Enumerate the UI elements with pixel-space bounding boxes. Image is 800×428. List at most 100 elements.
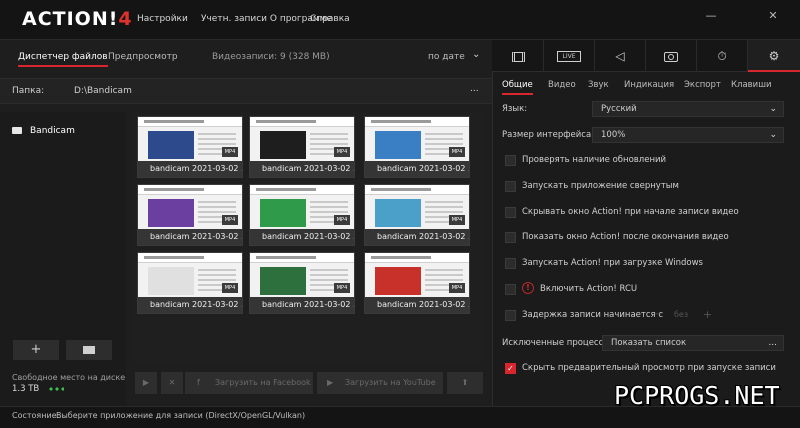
screenshot-header	[138, 117, 242, 127]
mp4-badge: MP4	[222, 215, 238, 225]
info-icon: !	[522, 282, 534, 294]
check-updates-checkbox[interactable]	[505, 155, 516, 166]
excluded-processes-field[interactable]: Показать список ...	[602, 335, 784, 351]
screenshot-image	[375, 199, 421, 227]
chevron-down-icon[interactable]: ⌄	[472, 49, 480, 60]
language-select[interactable]: Русский ⌄	[592, 101, 784, 117]
hide-on-record-checkbox[interactable]	[505, 207, 516, 218]
play-button[interactable]: ▶	[135, 372, 157, 394]
start-minimized-checkbox[interactable]	[505, 181, 516, 192]
benchmark-tab[interactable]: ⏱	[697, 40, 748, 72]
mp4-badge: MP4	[334, 147, 350, 157]
excluded-processes-label: Исключенные процессы:	[502, 338, 613, 348]
mp4-badge: MP4	[334, 283, 350, 293]
screenshot-header	[250, 253, 354, 263]
camera-icon	[664, 51, 678, 62]
delay-increase-button[interactable]: +	[703, 308, 712, 321]
settings-tab[interactable]: ⚙	[748, 40, 800, 72]
video-thumbnail[interactable]: MP4 bandicam 2021-03-02 ...	[364, 116, 470, 178]
mp4-badge: MP4	[222, 147, 238, 157]
ui-size-select[interactable]: 100% ⌄	[592, 127, 784, 143]
video-thumbnail[interactable]: MP4 bandicam 2021-03-02 ...	[364, 184, 470, 246]
logo-text: ACTION!	[22, 8, 119, 30]
video-thumbnail[interactable]: MP4 bandicam 2021-03-02 ...	[249, 184, 355, 246]
show-after-record-label: Показать окно Action! после окончания ви…	[522, 232, 729, 242]
screenshot-image	[148, 131, 194, 159]
run-on-startup-label: Запускать Action! при загрузке Windows	[522, 258, 703, 268]
folder-browse-button[interactable]: ...	[470, 84, 479, 94]
start-minimized-label: Запускать приложение свернутым	[522, 181, 679, 191]
menu-settings[interactable]: Настройки	[137, 14, 188, 24]
thumbnail-caption: bandicam 2021-03-02 ...	[250, 161, 354, 177]
add-folder-button[interactable]: +	[13, 340, 59, 360]
logo-version: 4	[118, 8, 133, 30]
thumbnail-caption: bandicam 2021-03-02 ...	[250, 297, 354, 313]
video-thumbnail[interactable]: MP4 bandicam 2021-03-02 ...	[364, 252, 470, 314]
delay-decrease-button[interactable]: —	[654, 309, 663, 319]
facebook-icon: f	[197, 378, 200, 387]
screenshot-header	[365, 185, 469, 195]
language-value: Русский	[601, 104, 637, 114]
video-thumbnail[interactable]: MP4 bandicam 2021-03-02 ...	[249, 252, 355, 314]
video-thumbnail[interactable]: MP4 bandicam 2021-03-02 ...	[137, 116, 243, 178]
speaker-icon: ◁	[615, 49, 625, 63]
rcu-checkbox[interactable]	[505, 284, 516, 295]
tab-video[interactable]: Видео	[548, 80, 576, 90]
delete-button[interactable]: ✕	[161, 372, 183, 394]
stopwatch-icon: ⏱	[717, 49, 727, 63]
screenshot-header	[250, 117, 354, 127]
video-thumbnail[interactable]: MP4 bandicam 2021-03-02 ...	[249, 116, 355, 178]
record-delay-checkbox[interactable]	[505, 310, 516, 321]
mp4-badge: MP4	[449, 147, 465, 157]
tab-file-manager[interactable]: Диспетчер файлов	[18, 52, 108, 67]
screenshot-header	[138, 253, 242, 263]
screenshot-header	[138, 185, 242, 195]
gear-icon: ⚙	[768, 49, 780, 63]
tab-preview[interactable]: Предпросмотр	[108, 52, 178, 62]
language-label: Язык:	[502, 104, 528, 114]
thumbnail-caption: bandicam 2021-03-02 ...	[138, 229, 242, 245]
screenshot-header	[365, 253, 469, 263]
delay-value[interactable]: без	[674, 310, 688, 319]
mp4-badge: MP4	[334, 215, 350, 225]
live-stream-tab[interactable]: LIVE	[544, 40, 595, 72]
upload-arrow-button[interactable]: ⬆	[447, 372, 483, 394]
ui-size-label: Размер интерфейса:	[502, 130, 595, 140]
video-thumbnail[interactable]: MP4 bandicam 2021-03-02 ...	[137, 184, 243, 246]
watermark-text: PCPROGS.NET	[614, 381, 780, 410]
upload-youtube-button[interactable]: ▶ Загрузить на YouTube	[317, 372, 443, 394]
tab-hotkeys[interactable]: Клавиши	[731, 80, 772, 90]
status-label: Состояние:	[12, 411, 60, 420]
chevron-down-icon: ⌄	[769, 104, 777, 114]
folder-action-button[interactable]	[66, 340, 112, 360]
minimize-button[interactable]: —	[700, 8, 722, 24]
screenshot-image	[375, 267, 421, 295]
show-after-record-checkbox[interactable]	[505, 232, 516, 243]
run-on-startup-checkbox[interactable]	[505, 258, 516, 269]
upload-facebook-button[interactable]: f Загрузить на Facebook	[185, 372, 313, 394]
tab-sound[interactable]: Звук	[588, 80, 609, 90]
chevron-down-icon: ⌄	[769, 130, 777, 140]
thumbnail-caption: bandicam 2021-03-02 ...	[365, 229, 469, 245]
tab-export[interactable]: Экспорт	[684, 80, 721, 90]
menu-help[interactable]: Справка	[310, 14, 350, 24]
video-thumbnail[interactable]: MP4 bandicam 2021-03-02 ...	[137, 252, 243, 314]
tree-item-bandicam[interactable]: Bandicam	[30, 126, 75, 136]
excluded-processes-value: Показать список	[611, 338, 687, 348]
audio-tab[interactable]: ◁	[595, 40, 646, 72]
screenshot-header	[365, 117, 469, 127]
folder-path[interactable]: D:\Bandicam	[74, 86, 132, 96]
hide-preview-checkbox[interactable]: ✓	[505, 363, 516, 374]
recordings-count: Видеозаписи: 9 (328 MB)	[212, 52, 330, 62]
tab-general[interactable]: Общие	[502, 80, 533, 95]
video-record-tab[interactable]	[493, 40, 544, 72]
hide-on-record-label: Скрывать окно Action! при начале записи …	[522, 207, 739, 217]
free-space-label: Свободное место на диске	[12, 373, 126, 382]
screenshot-header	[250, 185, 354, 195]
sort-dropdown[interactable]: по дате	[428, 52, 465, 62]
screenshot-image	[260, 131, 306, 159]
close-button[interactable]: ✕	[762, 8, 784, 24]
tab-indication[interactable]: Индикация	[624, 80, 674, 90]
thumbnail-caption: bandicam 2021-03-02 ...	[138, 161, 242, 177]
screenshot-tab[interactable]	[646, 40, 697, 72]
